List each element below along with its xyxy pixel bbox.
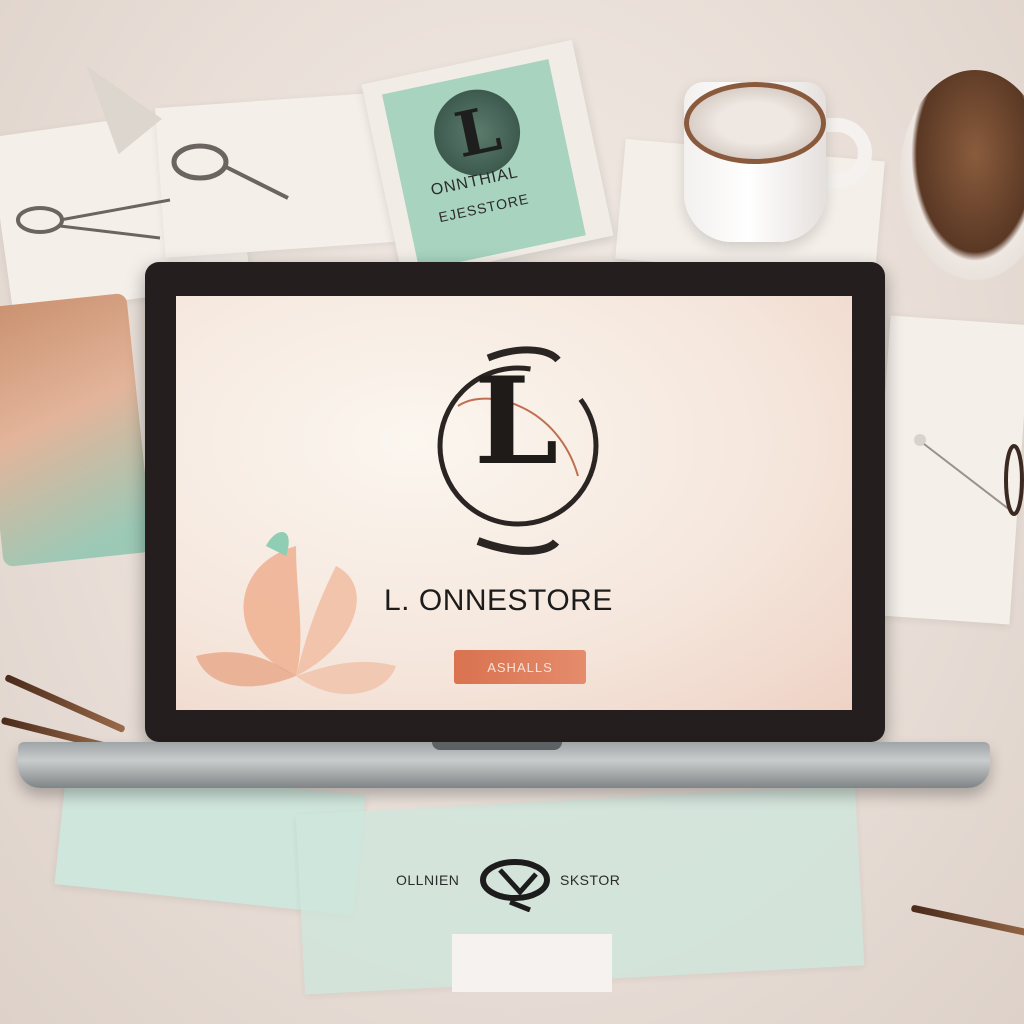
footer-text-left: OLLNIEN	[396, 872, 460, 888]
brand-name: L. ONNESTORE	[384, 584, 613, 617]
business-card: L ONNTHIAL EJESSTORE	[361, 39, 614, 281]
laptop-screen: L L. ONNESTORE ASHALLS	[176, 296, 852, 710]
emblem-letter: L	[474, 351, 559, 492]
glasses-icon	[171, 143, 289, 200]
pencil-icon	[910, 904, 1024, 939]
flower-illustration	[196, 532, 396, 695]
bowl	[900, 70, 1024, 280]
pin-icon	[914, 434, 1024, 516]
footer-blank-label	[452, 934, 612, 992]
card-logo-letter: L	[448, 91, 507, 173]
cup-rim	[684, 82, 826, 164]
coffee-cup	[684, 82, 826, 242]
footer-logo-icon	[480, 859, 550, 912]
fabric-pouch	[0, 292, 154, 568]
laptop-notch	[432, 742, 562, 750]
cta-button[interactable]: ASHALLS	[454, 650, 586, 684]
footer-text-right: SKSTOR	[560, 872, 621, 888]
business-card-face: L ONNTHIAL EJESSTORE	[382, 59, 586, 271]
scissors-icon	[16, 198, 171, 240]
